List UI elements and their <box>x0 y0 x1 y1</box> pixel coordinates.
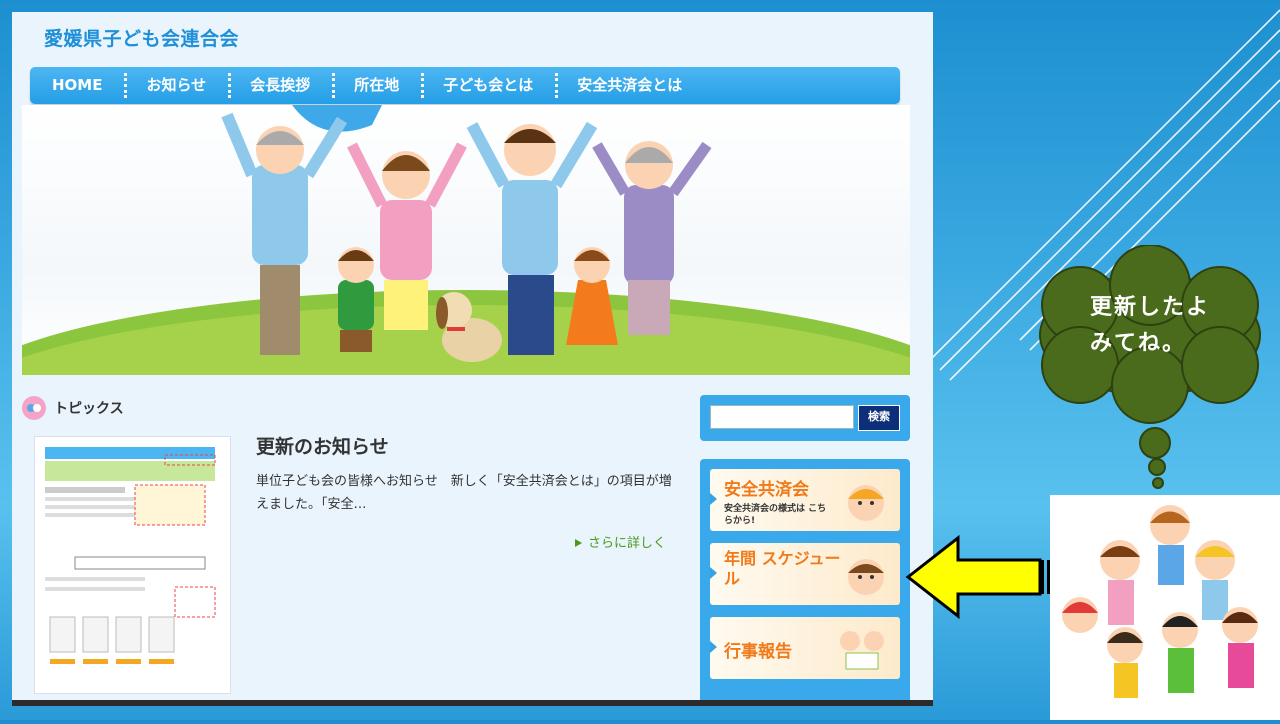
boy-face-icon <box>848 559 884 595</box>
family-illustration <box>22 105 910 375</box>
banner-report-title: 行事報告 <box>724 642 792 662</box>
banner-schedule-title: 年間 スケジュール <box>724 549 841 588</box>
bubble-text: 更新したよ みてね。 <box>1090 290 1210 362</box>
website-screenshot: 愛媛県子ども会連合会 HOME お知らせ 会長挨拶 所在地 子ども会とは 安全共… <box>12 12 933 706</box>
sidebar-banners: 安全共済会 安全共済会の様式は こちらから! 年間 スケジュール 行事報告 <box>700 459 910 706</box>
nav-location[interactable]: 所在地 <box>332 67 421 104</box>
speech-bubble <box>1039 245 1261 489</box>
banner-annual-schedule[interactable]: 年間 スケジュール <box>710 543 900 605</box>
banner-event-report[interactable]: 行事報告 <box>710 617 900 679</box>
read-more-label: さらに詳しく <box>588 536 667 551</box>
read-more-link[interactable]: さらに詳しく <box>575 532 666 551</box>
boy-figure <box>338 247 374 352</box>
banner-mutual-aid[interactable]: 安全共済会 安全共済会の様式は こちらから! <box>710 469 900 531</box>
nav-mutual-aid[interactable]: 安全共済会とは <box>555 67 704 104</box>
arrow-right-icon <box>710 641 717 653</box>
girl-face-icon <box>848 485 884 521</box>
search-box: 検索 <box>700 395 910 441</box>
hero-banner <box>22 105 910 375</box>
arrow-right-icon <box>575 539 582 547</box>
nav-about[interactable]: 子ども会とは <box>421 67 555 104</box>
post-excerpt: 単位子ども会の皆様へお知らせ 新しく「安全共済会とは」の項目が増えました。「安全… <box>256 474 672 512</box>
nav-news[interactable]: お知らせ <box>124 67 228 104</box>
kids-reading-icon <box>840 631 884 670</box>
banner-mutual-aid-title: 安全共済会 <box>724 480 809 500</box>
search-input[interactable] <box>710 405 854 429</box>
screen-bottom-bar <box>12 700 933 706</box>
post-title[interactable]: 更新のお知らせ <box>256 432 389 459</box>
bubble-line-1: 更新したよ <box>1090 295 1211 320</box>
nav-home[interactable]: HOME <box>30 67 124 104</box>
topics-icon <box>22 396 46 420</box>
main-nav: HOME お知らせ 会長挨拶 所在地 子ども会とは 安全共済会とは <box>30 67 900 104</box>
kids-illustration <box>1050 495 1280 720</box>
site-title[interactable]: 愛媛県子ども会連合会 <box>44 24 239 51</box>
search-button[interactable]: 検索 <box>858 405 900 431</box>
arrow-left-icon <box>905 534 1051 620</box>
topics-header: トピックス <box>22 396 124 420</box>
bubble-line-2: みてね。 <box>1090 331 1187 356</box>
nav-greeting[interactable]: 会長挨拶 <box>228 67 332 104</box>
banner-mutual-aid-subtitle: 安全共済会の様式は こちらから! <box>724 504 827 526</box>
arrow-right-icon <box>710 567 717 579</box>
post-thumbnail[interactable] <box>34 436 231 694</box>
topics-heading: トピックス <box>54 401 124 417</box>
arrow-right-icon <box>710 493 717 505</box>
